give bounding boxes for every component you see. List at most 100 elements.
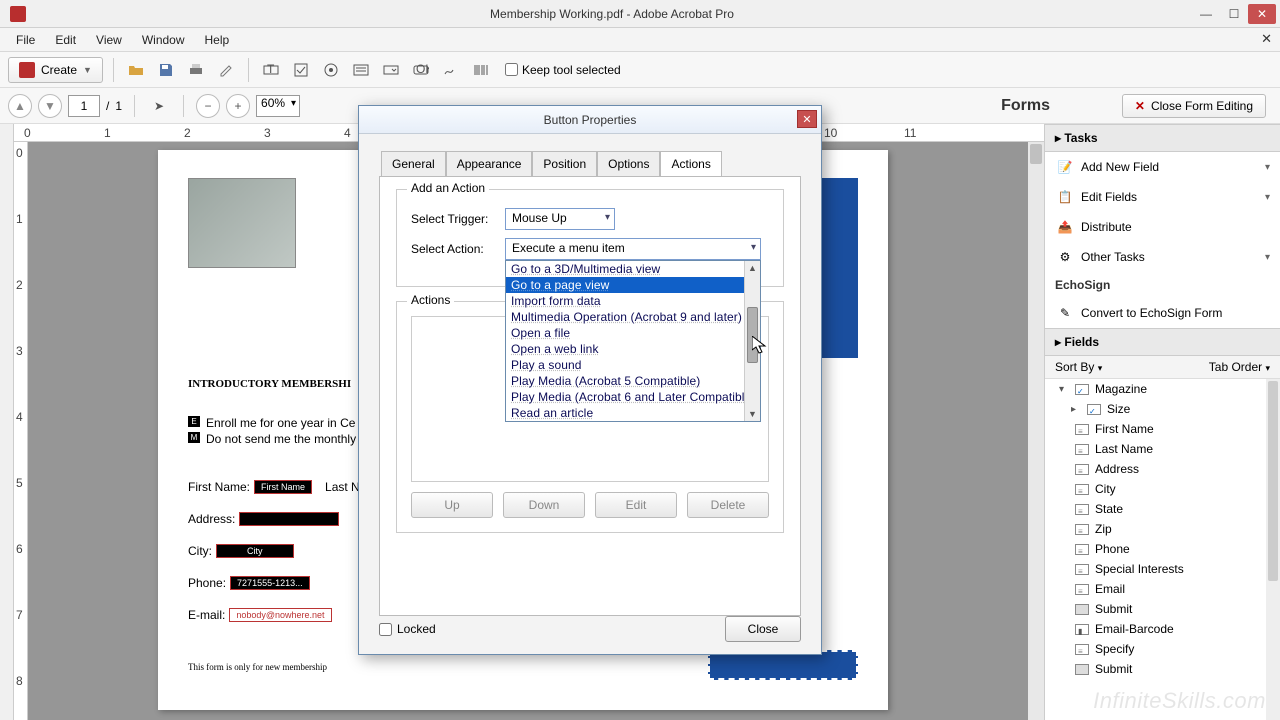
- dropdown-option[interactable]: Go to a page view: [506, 277, 760, 293]
- dropdown-option[interactable]: Read an article: [506, 405, 760, 421]
- down-button[interactable]: Down: [503, 492, 585, 518]
- field-item[interactable]: Last Name: [1045, 439, 1280, 459]
- text-field-icon: [1075, 524, 1089, 535]
- document-scrollbar[interactable]: [1028, 142, 1044, 720]
- task-echosign-convert[interactable]: ✎Convert to EchoSign Form: [1045, 298, 1280, 328]
- minimize-button[interactable]: —: [1192, 4, 1220, 24]
- create-button[interactable]: Create ▼: [8, 57, 103, 83]
- dialog-close-button[interactable]: ✕: [797, 110, 817, 128]
- text-field-icon: [1075, 584, 1089, 595]
- page-down-button[interactable]: ▼: [38, 94, 62, 118]
- page-up-button[interactable]: ▲: [8, 94, 32, 118]
- select-tool-icon[interactable]: ➤: [147, 94, 171, 118]
- dropdown-option[interactable]: Play Media (Acrobat 5 Compatible): [506, 373, 760, 389]
- action-dropdown-list: Go to a 3D/Multimedia view Go to a page …: [505, 260, 761, 422]
- barcode-tool-icon[interactable]: [469, 58, 493, 82]
- keep-tool-checkbox[interactable]: [505, 63, 518, 76]
- textfield-tool-icon[interactable]: T: [259, 58, 283, 82]
- close-form-editing-button[interactable]: ✕ Close Form Editing: [1122, 94, 1266, 118]
- checkbox-tool-icon[interactable]: [289, 58, 313, 82]
- sort-by-dropdown[interactable]: Sort By ▾: [1055, 360, 1102, 374]
- field-item[interactable]: Email-Barcode: [1045, 619, 1280, 639]
- locked-checkbox[interactable]: Locked: [379, 622, 436, 636]
- dropdown-option[interactable]: Open a web link: [506, 341, 760, 357]
- tab-general[interactable]: General: [381, 151, 446, 177]
- field-item[interactable]: Zip: [1045, 519, 1280, 539]
- tab-position[interactable]: Position: [532, 151, 597, 177]
- dropdown-option[interactable]: Import form data: [506, 293, 760, 309]
- up-button[interactable]: Up: [411, 492, 493, 518]
- menu-help[interactable]: Help: [195, 30, 240, 50]
- task-other[interactable]: ⚙Other Tasks▾: [1045, 242, 1280, 272]
- trigger-select[interactable]: Mouse Up: [505, 208, 615, 230]
- tab-order-dropdown[interactable]: Tab Order ▾: [1209, 360, 1270, 374]
- zoom-out-button[interactable]: −: [196, 94, 220, 118]
- task-add-new-field[interactable]: 📝Add New Field▾: [1045, 152, 1280, 182]
- task-distribute[interactable]: 📤Distribute: [1045, 212, 1280, 242]
- task-edit-fields[interactable]: 📋Edit Fields▾: [1045, 182, 1280, 212]
- form-field-address[interactable]: [239, 512, 339, 526]
- menu-edit[interactable]: Edit: [45, 30, 86, 50]
- dropdown-option[interactable]: Play a sound: [506, 357, 760, 373]
- window-close-button[interactable]: ✕: [1248, 4, 1276, 24]
- field-item[interactable]: Submit: [1045, 659, 1280, 679]
- menu-view[interactable]: View: [86, 30, 132, 50]
- keep-tool-selected[interactable]: Keep tool selected: [505, 63, 621, 77]
- fields-header[interactable]: ▸ Fields: [1045, 328, 1280, 356]
- fields-scrollbar[interactable]: [1266, 379, 1280, 720]
- menu-window[interactable]: Window: [132, 30, 195, 50]
- dropdown-option[interactable]: Play Media (Acrobat 6 and Later Compatib…: [506, 389, 760, 405]
- edit-button[interactable]: Edit: [595, 492, 677, 518]
- field-item[interactable]: City: [1045, 479, 1280, 499]
- document-tab-close[interactable]: ✕: [1261, 31, 1272, 47]
- form-checkbox[interactable]: M: [188, 432, 200, 443]
- field-item[interactable]: Special Interests: [1045, 559, 1280, 579]
- text-field-icon: [1075, 644, 1089, 655]
- action-select[interactable]: Execute a menu item: [505, 238, 761, 260]
- scroll-down-icon[interactable]: ▼: [745, 407, 760, 421]
- form-field-city[interactable]: City: [216, 544, 294, 558]
- dropdown-option[interactable]: Multimedia Operation (Acrobat 9 and late…: [506, 309, 760, 325]
- maximize-button[interactable]: ☐: [1220, 4, 1248, 24]
- delete-button[interactable]: Delete: [687, 492, 769, 518]
- open-icon[interactable]: [124, 58, 148, 82]
- form-checkbox[interactable]: E: [188, 416, 200, 427]
- save-icon[interactable]: [154, 58, 178, 82]
- field-item[interactable]: Phone: [1045, 539, 1280, 559]
- field-tree-root[interactable]: ▾Magazine: [1045, 379, 1280, 399]
- tasks-header[interactable]: ▸ Tasks: [1045, 124, 1280, 152]
- scroll-thumb[interactable]: [747, 307, 758, 363]
- zoom-select[interactable]: 60%: [256, 95, 300, 117]
- scroll-up-icon[interactable]: ▲: [745, 261, 760, 275]
- print-icon[interactable]: [184, 58, 208, 82]
- tab-options[interactable]: Options: [597, 151, 660, 177]
- tab-actions[interactable]: Actions: [660, 151, 721, 177]
- radio-tool-icon[interactable]: [319, 58, 343, 82]
- zoom-in-button[interactable]: +: [226, 94, 250, 118]
- field-item[interactable]: State: [1045, 499, 1280, 519]
- tab-appearance[interactable]: Appearance: [446, 151, 533, 177]
- dropdown-option[interactable]: Open a file: [506, 325, 760, 341]
- nav-pane-collapsed[interactable]: [0, 124, 14, 720]
- field-item[interactable]: Address: [1045, 459, 1280, 479]
- field-item[interactable]: Submit: [1045, 599, 1280, 619]
- dropdown-tool-icon[interactable]: [379, 58, 403, 82]
- form-field-email[interactable]: nobody@nowhere.net: [229, 608, 331, 622]
- field-item[interactable]: First Name: [1045, 419, 1280, 439]
- menu-file[interactable]: File: [6, 30, 45, 50]
- dropdown-scrollbar[interactable]: ▲ ▼: [744, 261, 760, 421]
- field-item[interactable]: Email: [1045, 579, 1280, 599]
- edit-icon[interactable]: [214, 58, 238, 82]
- form-field-phone[interactable]: 7271555-1213...: [230, 576, 310, 590]
- toolbar-main: Create ▼ T OK Keep tool selected: [0, 52, 1280, 88]
- field-tree-node[interactable]: ▸Size: [1045, 399, 1280, 419]
- dialog-close-btn[interactable]: Close: [725, 616, 801, 642]
- dropdown-option[interactable]: Go to a 3D/Multimedia view: [506, 261, 760, 277]
- listbox-tool-icon[interactable]: [349, 58, 373, 82]
- dialog-titlebar[interactable]: Button Properties ✕: [359, 106, 821, 134]
- button-tool-icon[interactable]: OK: [409, 58, 433, 82]
- page-number-input[interactable]: [68, 95, 100, 117]
- form-field-firstname[interactable]: First Name: [254, 480, 312, 494]
- field-item[interactable]: Specify: [1045, 639, 1280, 659]
- signature-tool-icon[interactable]: [439, 58, 463, 82]
